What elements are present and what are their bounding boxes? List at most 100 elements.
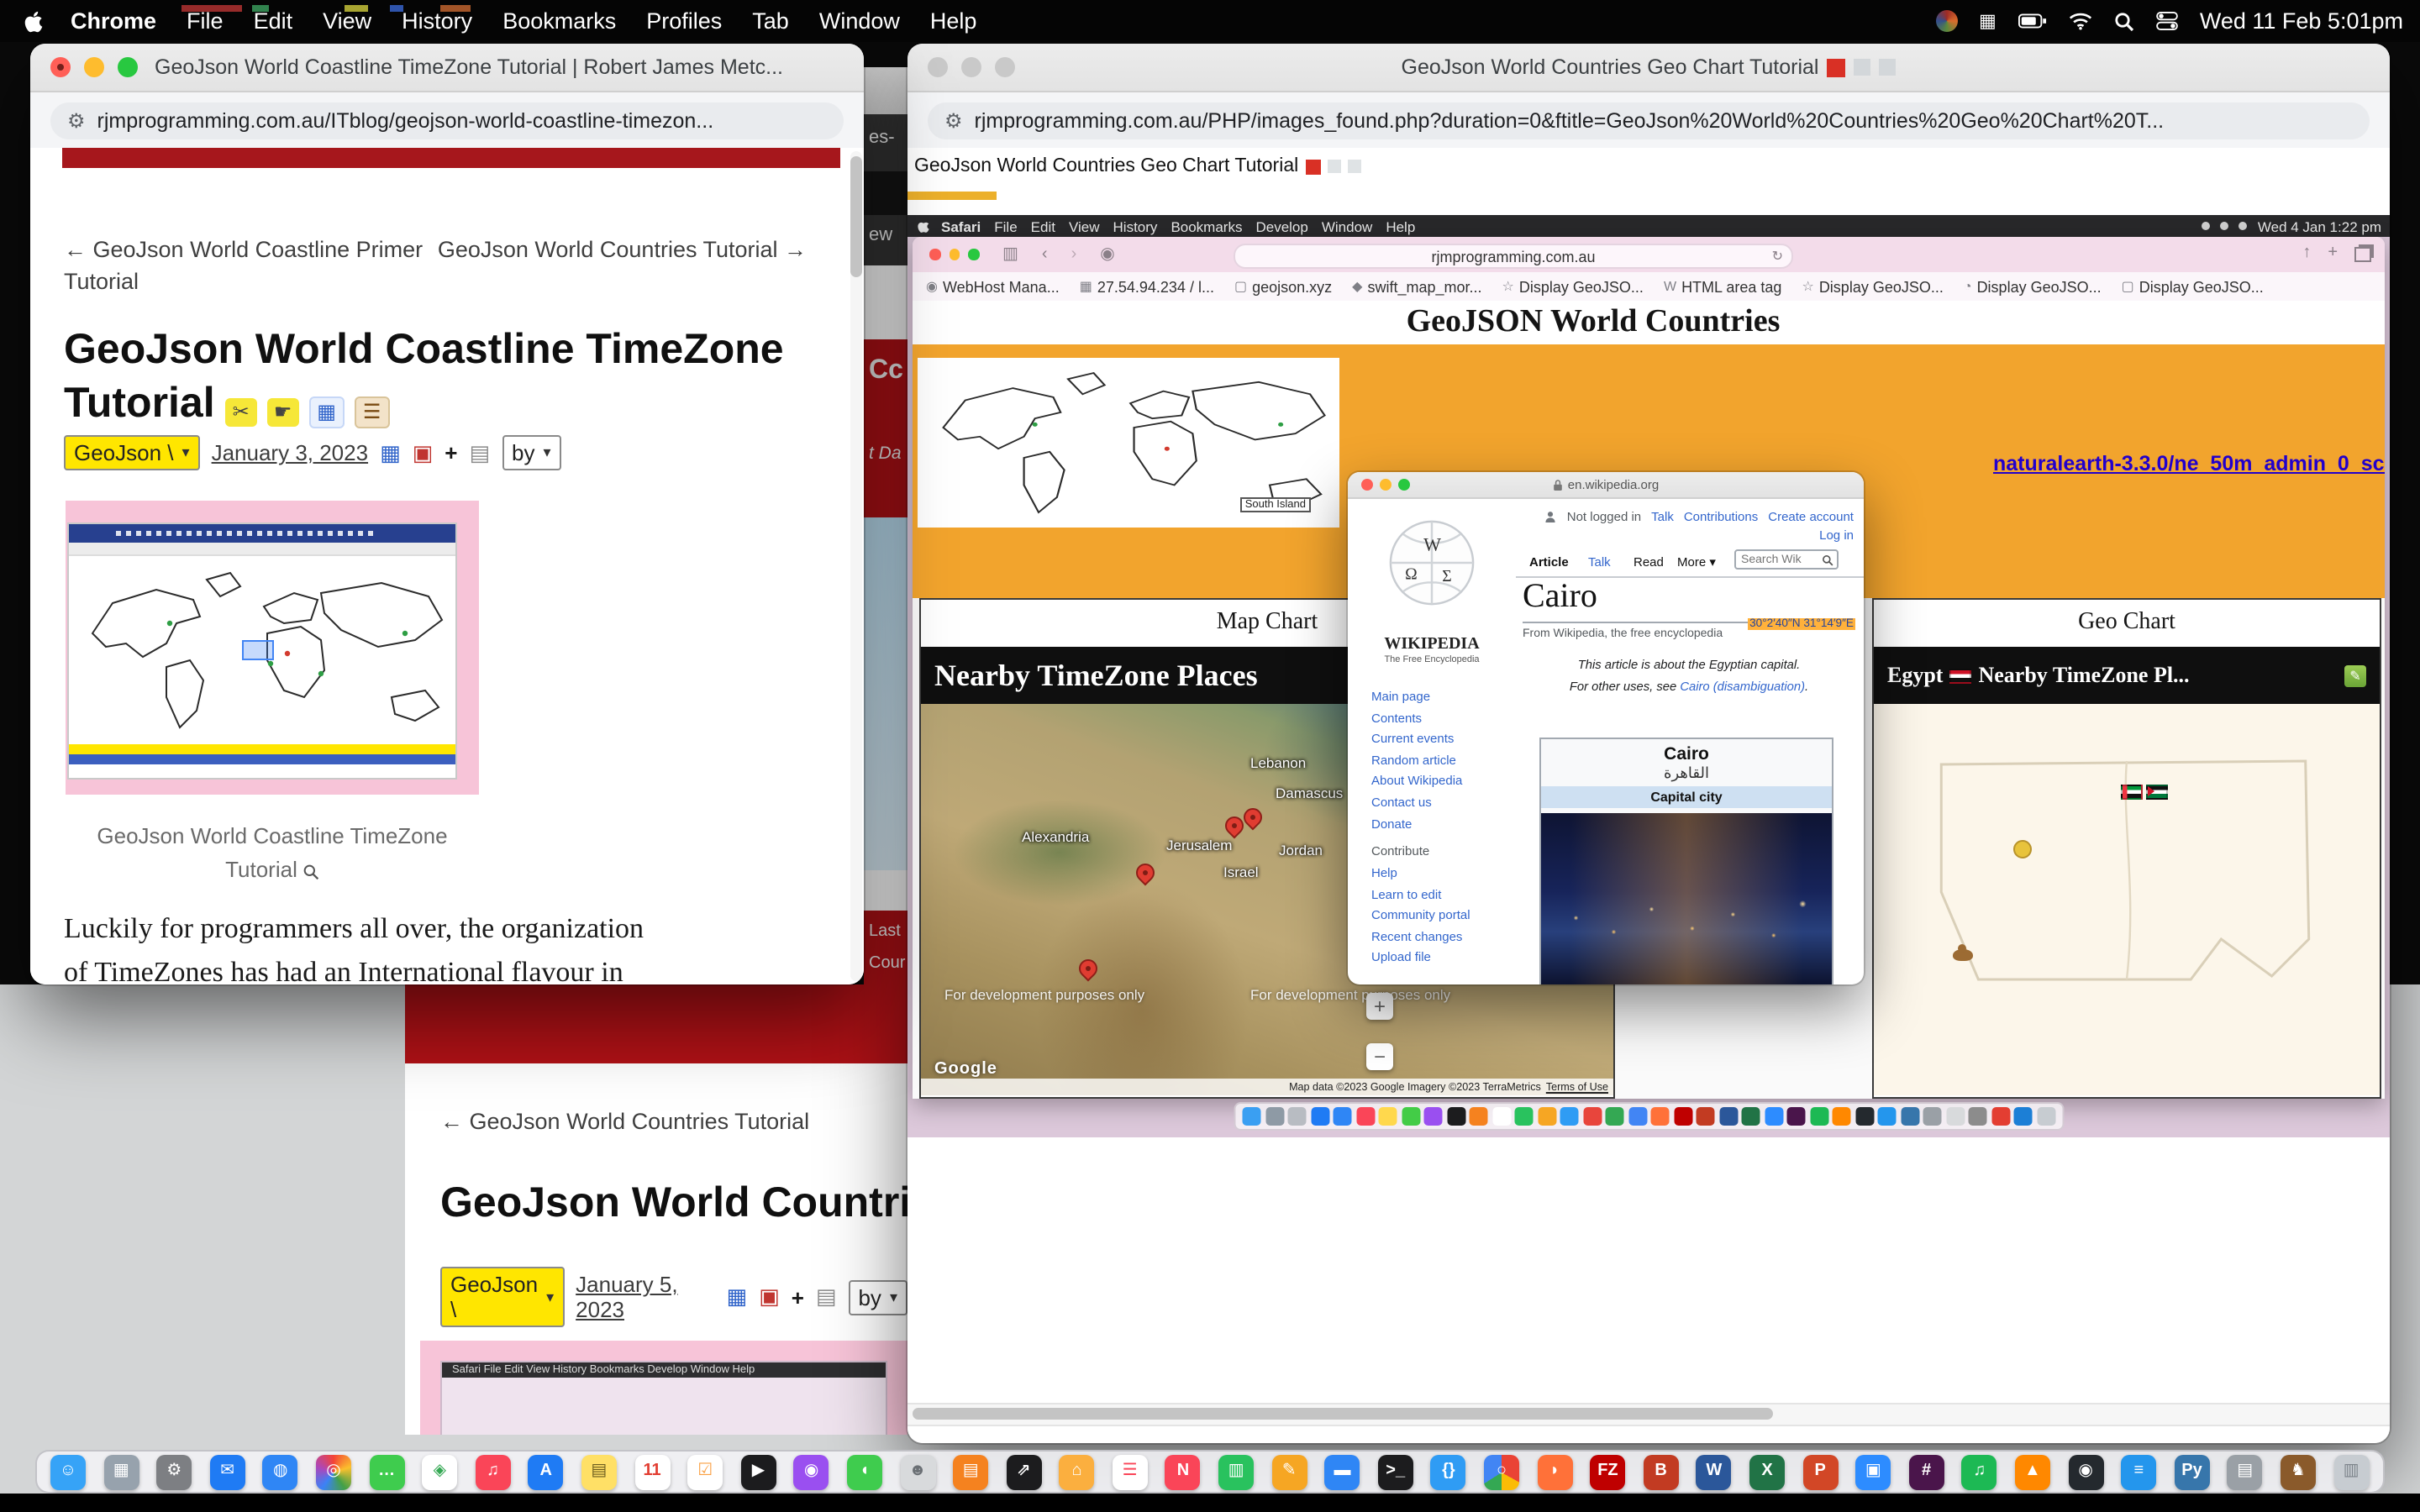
calendar-icon[interactable]: ▦ bbox=[380, 439, 401, 466]
dock-app-icon[interactable]: ☻ bbox=[900, 1454, 935, 1489]
wikipedia-globe-logo[interactable]: W Ω Σ bbox=[1386, 517, 1477, 608]
dock-app-icon[interactable]: # bbox=[1909, 1454, 1944, 1489]
post-title[interactable]: GeoJson World Countries G bbox=[440, 1179, 908, 1228]
menu-item[interactable]: Window bbox=[819, 8, 900, 34]
dock-app-icon[interactable]: ▤ bbox=[2228, 1454, 2263, 1489]
battery-icon[interactable] bbox=[2018, 13, 2047, 29]
dock-app-icon[interactable]: ▦ bbox=[103, 1454, 139, 1489]
tab-article[interactable]: Article bbox=[1529, 554, 1569, 570]
control-center-icon[interactable] bbox=[2156, 12, 2178, 30]
dock-app-icon[interactable]: ◉ bbox=[794, 1454, 829, 1489]
wikipedia-sidebar-link[interactable]: Contents bbox=[1371, 710, 1462, 725]
apple-menu[interactable] bbox=[24, 9, 44, 33]
dock-app-icon[interactable]: ⚙ bbox=[156, 1454, 192, 1489]
dock-app-icon[interactable]: Py bbox=[2175, 1454, 2210, 1489]
dock-app-icon[interactable]: ♫ bbox=[1962, 1454, 1997, 1489]
wikipedia-sidebar-link[interactable]: Random article bbox=[1371, 753, 1462, 768]
tab-more[interactable]: More ▾ bbox=[1677, 554, 1716, 570]
tab-talk[interactable]: Talk bbox=[1588, 554, 1611, 570]
horizontal-scrollbar[interactable] bbox=[908, 1403, 2390, 1426]
dock-app-icon[interactable]: ≡ bbox=[2121, 1454, 2156, 1489]
geo-chart-map[interactable] bbox=[1874, 704, 2380, 1095]
scrollbar-thumb[interactable] bbox=[913, 1408, 1772, 1420]
menu-item[interactable]: File bbox=[187, 8, 224, 34]
menu-bar-clock[interactable]: Wed 11 Feb 5:01pm bbox=[2200, 8, 2403, 34]
notes-icon[interactable]: ▤ bbox=[469, 439, 490, 466]
next-post-link[interactable]: GeoJson World Countries Tutorial → bbox=[438, 235, 807, 299]
dock-app-icon[interactable]: >_ bbox=[1378, 1454, 1413, 1489]
address-bar[interactable]: ⚙ rjmprogramming.com.au/PHP/images_found… bbox=[928, 102, 2370, 139]
edit-image-icon[interactable]: ✎ bbox=[2344, 664, 2366, 686]
category-select[interactable]: GeoJson \▾ bbox=[64, 435, 200, 470]
calendar-alt-icon[interactable]: ▣ bbox=[759, 1284, 780, 1310]
dock-app-icon[interactable]: ☺ bbox=[50, 1454, 86, 1489]
dock-app-icon[interactable]: ▥ bbox=[1218, 1454, 1254, 1489]
dock-app-icon[interactable]: ♫ bbox=[476, 1454, 511, 1489]
plus-icon[interactable]: + bbox=[445, 440, 457, 465]
dock-app-icon[interactable]: ⌂ bbox=[1060, 1454, 1095, 1489]
cairo-night-photo[interactable] bbox=[1541, 813, 1832, 984]
contributions-link[interactable]: Contributions bbox=[1684, 509, 1758, 524]
menu-item[interactable]: Tab bbox=[752, 8, 789, 34]
dock-app-icon[interactable]: P bbox=[1802, 1454, 1838, 1489]
author-select[interactable]: by▾ bbox=[848, 1279, 908, 1315]
dock-app-icon[interactable]: ⇗ bbox=[1006, 1454, 1041, 1489]
coordinates-link[interactable]: 30°2′40″N 31°14′9″E bbox=[1748, 618, 1855, 630]
dock-app-icon[interactable]: ▤ bbox=[953, 1454, 988, 1489]
site-settings-icon[interactable]: ⚙ bbox=[944, 109, 963, 133]
dock-app-icon[interactable]: ◉ bbox=[2068, 1454, 2103, 1489]
window-title-bar[interactable]: GeoJson World Countries Geo Chart Tutori… bbox=[908, 44, 2390, 92]
wifi-icon[interactable] bbox=[2069, 12, 2092, 30]
dock-app-icon[interactable]: ▣ bbox=[1855, 1454, 1891, 1489]
dock-app-icon[interactable]: W bbox=[1697, 1454, 1732, 1489]
active-app-name[interactable]: Chrome bbox=[71, 8, 156, 34]
dock-app-icon[interactable]: ✉ bbox=[210, 1454, 245, 1489]
site-settings-icon[interactable]: ⚙ bbox=[67, 109, 86, 133]
dock-app-icon[interactable]: ◖ bbox=[847, 1454, 882, 1489]
dock-app-icon[interactable]: ▲ bbox=[2015, 1454, 2050, 1489]
post-title[interactable]: GeoJson World Coastline TimeZone Tutoria… bbox=[64, 323, 803, 430]
menu-item[interactable]: History bbox=[402, 8, 472, 34]
author-select[interactable]: by▾ bbox=[502, 435, 561, 470]
wikipedia-sidebar-link[interactable]: About Wikipedia bbox=[1371, 774, 1462, 789]
camel-marker-icon[interactable] bbox=[1953, 949, 1973, 961]
tab-read[interactable]: Read bbox=[1634, 554, 1664, 570]
prev-post-link[interactable]: ← GeoJson World Countries Tutorial bbox=[440, 1109, 809, 1134]
zoom-in-button[interactable]: + bbox=[1366, 993, 1393, 1020]
menu-item[interactable]: Profiles bbox=[646, 8, 722, 34]
wikipedia-sidebar-link[interactable]: Learn to edit bbox=[1371, 886, 1470, 901]
post-date-link[interactable]: January 5, 2023 bbox=[576, 1272, 714, 1322]
dock-app-icon[interactable]: ▥ bbox=[2333, 1454, 2369, 1489]
wikipedia-wordmark[interactable]: WIKIPEDIA bbox=[1348, 635, 1516, 654]
popup-title-bar[interactable]: en.wikipedia.org bbox=[1348, 472, 1864, 499]
cheese-marker-icon[interactable] bbox=[2013, 840, 2032, 858]
wikipedia-sidebar-link[interactable]: Donate bbox=[1371, 816, 1462, 831]
wikipedia-sidebar-link[interactable]: Main page bbox=[1371, 689, 1462, 704]
calendar-alt-icon[interactable]: ▣ bbox=[413, 439, 434, 466]
map-marker[interactable] bbox=[1075, 955, 1101, 981]
plus-icon[interactable]: + bbox=[792, 1284, 804, 1310]
post-image[interactable] bbox=[66, 501, 479, 795]
dock-app-icon[interactable]: ▶ bbox=[740, 1454, 776, 1489]
dock-app-icon[interactable]: FZ bbox=[1590, 1454, 1625, 1489]
status-badge-icon[interactable] bbox=[1935, 10, 1957, 32]
wikipedia-sidebar-link[interactable]: Community portal bbox=[1371, 907, 1470, 922]
post-image[interactable]: Safari File Edit View History Bookmarks … bbox=[420, 1341, 908, 1435]
map-marker[interactable] bbox=[1132, 859, 1158, 885]
zoom-button[interactable] bbox=[118, 57, 138, 77]
create-account-link[interactable]: Create account bbox=[1768, 509, 1854, 524]
dock-app-icon[interactable]: ▤ bbox=[581, 1454, 617, 1489]
menu-item[interactable]: View bbox=[323, 8, 371, 34]
menu-item[interactable]: Edit bbox=[254, 8, 293, 34]
log-in-link[interactable]: Log in bbox=[1819, 528, 1854, 543]
dock-app-icon[interactable]: ☰ bbox=[1113, 1454, 1148, 1489]
window-title-bar[interactable]: GeoJson World Coastline TimeZone Tutoria… bbox=[30, 44, 864, 92]
dock-app-icon[interactable]: ◗ bbox=[1537, 1454, 1572, 1489]
menu-item[interactable]: Help bbox=[930, 8, 977, 34]
zoom-out-button[interactable]: − bbox=[1366, 1043, 1393, 1070]
wikipedia-sidebar-link[interactable]: Current events bbox=[1371, 731, 1462, 746]
prev-post-link[interactable]: ← GeoJson World Coastline Primer Tutoria… bbox=[64, 235, 423, 299]
magnifier-icon[interactable] bbox=[302, 863, 319, 879]
wikipedia-sidebar-link[interactable]: Help bbox=[1371, 865, 1470, 880]
vertical-scrollbar[interactable] bbox=[850, 151, 862, 981]
